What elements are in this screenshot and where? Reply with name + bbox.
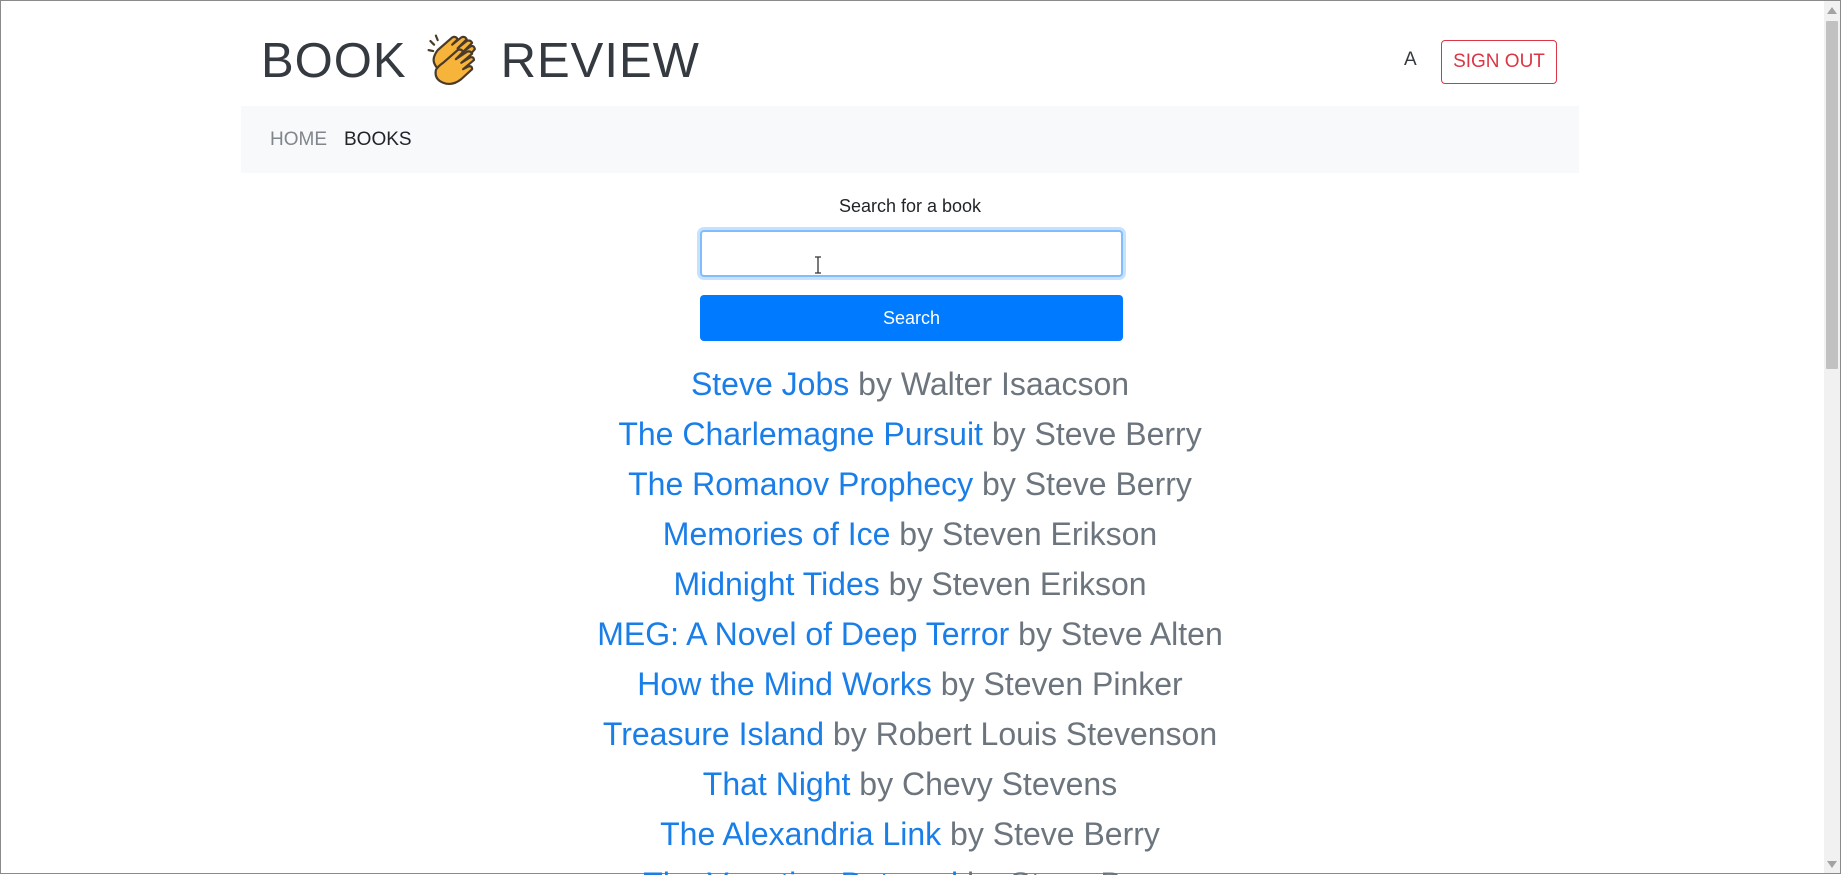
- book-list-item: The Venetian Betrayal by Steve Berry: [241, 859, 1579, 875]
- book-list: Steve Jobs by Walter Isaacson The Charle…: [241, 359, 1579, 875]
- vertical-scrollbar[interactable]: [1824, 1, 1840, 873]
- header: BOOK REVIEW A SIGN OUT: [241, 1, 1579, 106]
- book-title-link[interactable]: Treasure Island: [603, 716, 824, 752]
- book-title-link[interactable]: Steve Jobs: [691, 366, 849, 402]
- book-author: by Robert Louis Stevenson: [824, 716, 1218, 752]
- search-label: Search for a book: [838, 196, 982, 216]
- book-list-item: Memories of Ice by Steven Erikson: [241, 509, 1579, 559]
- nav-home-link[interactable]: HOME: [270, 129, 327, 151]
- book-author: by Walter Isaacson: [849, 366, 1130, 402]
- page: BOOK REVIEW A SIGN OUT HOME BOOKS Search…: [1, 1, 1825, 875]
- search-button[interactable]: Search: [700, 295, 1123, 341]
- scroll-up-arrow-icon[interactable]: [1827, 7, 1837, 14]
- book-list-item: Midnight Tides by Steven Erikson: [241, 559, 1579, 609]
- book-title-link[interactable]: Memories of Ice: [663, 516, 891, 552]
- book-list-item: Treasure Island by Robert Louis Stevenso…: [241, 709, 1579, 759]
- book-list-item: That Night by Chevy Stevens: [241, 759, 1579, 809]
- search-input[interactable]: [700, 230, 1123, 277]
- book-author: by Steve Alten: [1009, 616, 1223, 652]
- scroll-down-arrow-icon[interactable]: [1827, 861, 1837, 868]
- book-title-link[interactable]: The Alexandria Link: [660, 816, 941, 852]
- book-list-item: The Charlemagne Pursuit by Steve Berry: [241, 409, 1579, 459]
- user-initial[interactable]: A: [1404, 49, 1417, 71]
- brand-logo[interactable]: BOOK REVIEW: [261, 31, 700, 91]
- brand-word-review: REVIEW: [500, 34, 700, 88]
- book-title-link[interactable]: The Romanov Prophecy: [628, 466, 973, 502]
- clapping-hands-icon: [427, 34, 476, 86]
- book-author: by Steve Berry: [973, 466, 1192, 502]
- book-title-link[interactable]: The Charlemagne Pursuit: [618, 416, 983, 452]
- book-title-link[interactable]: Midnight Tides: [673, 566, 879, 602]
- brand-word-book: BOOK: [261, 34, 407, 88]
- book-author: by Steve Berry: [982, 416, 1202, 452]
- book-title-link[interactable]: That Night: [703, 766, 851, 802]
- scrollbar-thumb[interactable]: [1826, 21, 1838, 369]
- sign-out-button[interactable]: SIGN OUT: [1441, 40, 1557, 84]
- book-author: by Steven Erikson: [879, 566, 1147, 602]
- book-author: by Steven Pinker: [931, 666, 1183, 702]
- book-list-item: Steve Jobs by Walter Isaacson: [241, 359, 1579, 409]
- book-title-link[interactable]: MEG: A Novel of Deep Terror: [597, 616, 1009, 652]
- book-list-item: MEG: A Novel of Deep Terror by Steve Alt…: [241, 609, 1579, 659]
- main-container: BOOK REVIEW A SIGN OUT HOME BOOKS Search…: [241, 1, 1579, 875]
- book-list-item: The Romanov Prophecy by Steve Berry: [241, 459, 1579, 509]
- book-list-item: How the Mind Works by Steven Pinker: [241, 659, 1579, 709]
- book-author: by Chevy Stevens: [850, 766, 1118, 802]
- navbar: HOME BOOKS: [241, 106, 1579, 173]
- book-author: by Steve Berry: [941, 816, 1160, 852]
- book-title-link[interactable]: How the Mind Works: [637, 666, 932, 702]
- book-list-item: The Alexandria Link by Steve Berry: [241, 809, 1579, 859]
- book-author: by Steven Erikson: [890, 516, 1158, 552]
- nav-books-link[interactable]: BOOKS: [344, 129, 412, 151]
